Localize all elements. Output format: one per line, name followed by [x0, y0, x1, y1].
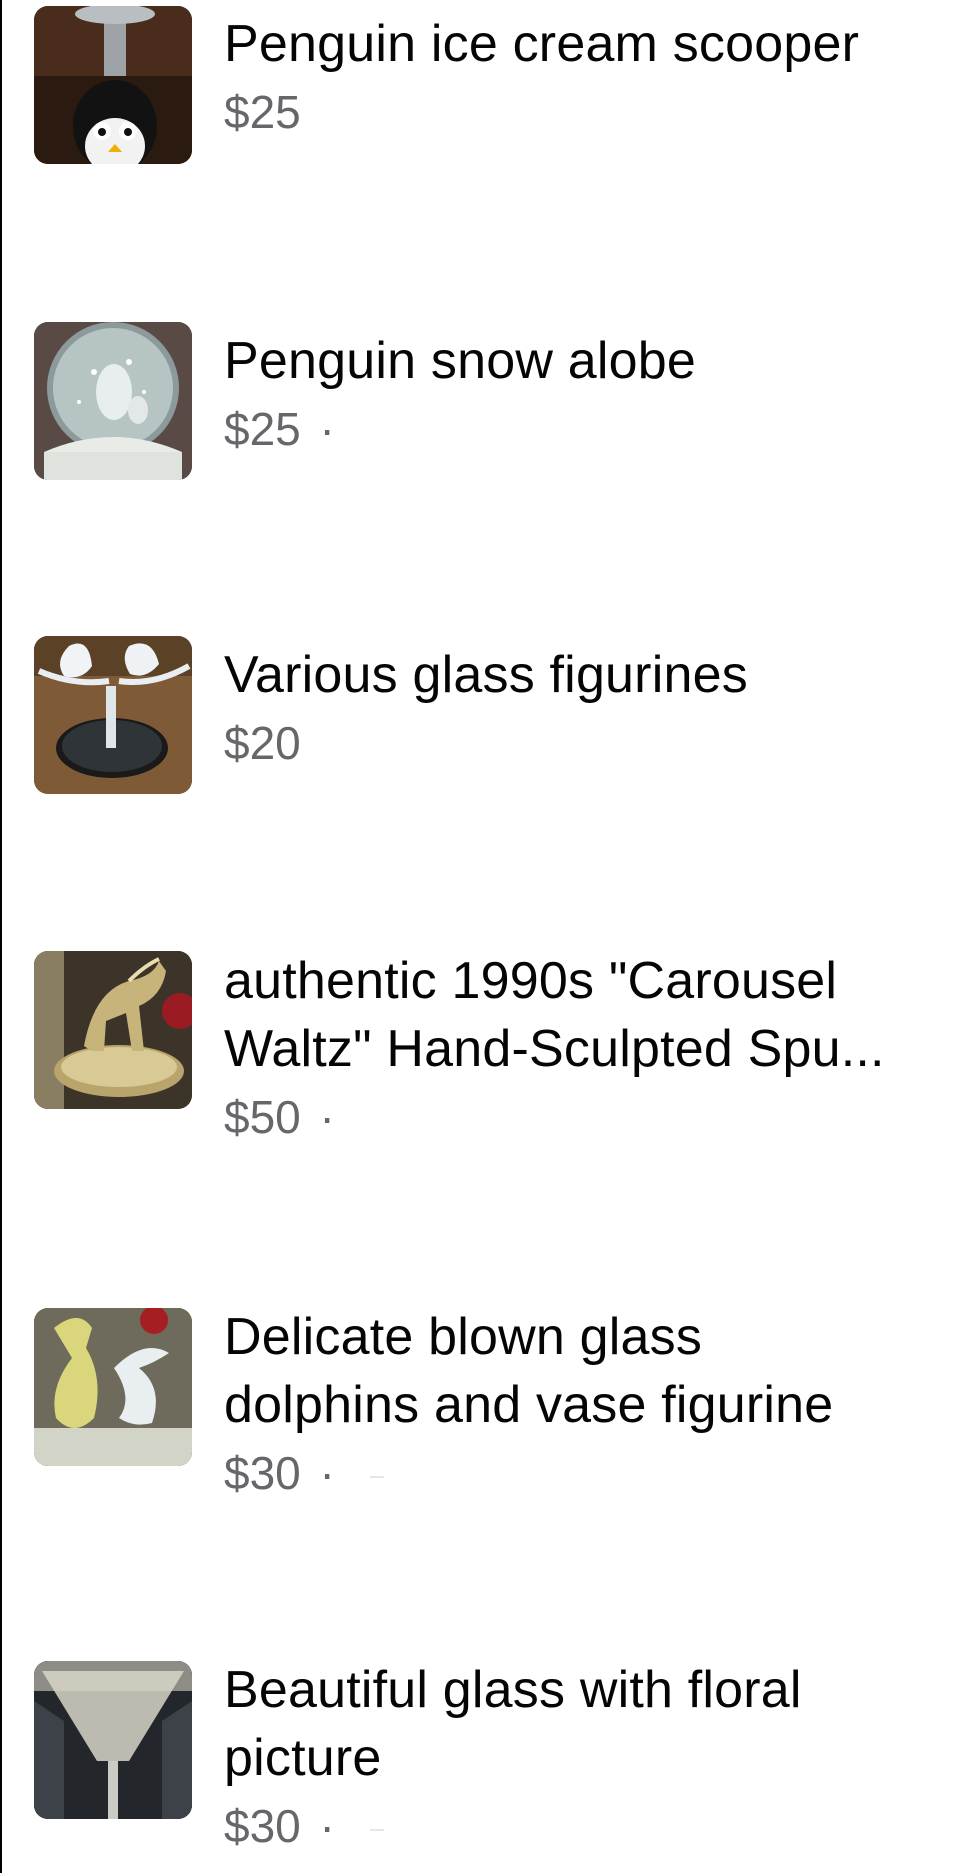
listing-price: $25: [224, 86, 301, 138]
listing-title-line: picture: [224, 1729, 382, 1787]
faint-mark: [369, 1828, 384, 1831]
snow-globe-photo[interactable]: [34, 322, 192, 480]
listing-title: Various glass figurines: [224, 646, 748, 704]
listing-price-row: $50 ·: [224, 1087, 957, 1147]
listing-text: Penguin ice cream scooper $25: [224, 10, 957, 142]
separator-dot: ·: [319, 1447, 335, 1499]
listing-title: Penguin ice cream scooper: [224, 15, 860, 73]
listing-item[interactable]: Beautiful glass with floral picture $30 …: [2, 1585, 969, 1873]
separator-dot: ·: [319, 1800, 335, 1852]
carousel-figurine-photo[interactable]: [34, 951, 192, 1109]
glass-figurines-photo[interactable]: [34, 636, 192, 794]
blown-glass-dolphins-photo[interactable]: [34, 1308, 192, 1466]
separator-dot: ·: [319, 403, 335, 455]
listing-price-row: $25 ·: [224, 399, 957, 459]
marketplace-listing-list: Penguin ice cream scooper $25 Penguin sn…: [2, 0, 969, 1873]
listing-item[interactable]: Delicate blown glass dolphins and vase f…: [2, 1230, 969, 1585]
floral-glass-photo[interactable]: [34, 1661, 192, 1819]
listing-text: Various glass figurines $20: [224, 641, 957, 773]
listing-item[interactable]: Various glass figurines $20: [2, 565, 969, 880]
faint-mark: [369, 1475, 384, 1478]
listing-text: Penguin snow alobe $25 ·: [224, 327, 957, 459]
listing-price: $50: [224, 1091, 301, 1143]
listing-title: authentic 1990s "Carousel Waltz" Hand-Sc…: [224, 947, 957, 1083]
listing-title-line: Waltz" Hand-Sculpted Spu...: [224, 1020, 885, 1078]
listing-price: $30: [224, 1800, 301, 1852]
listing-price-row: $20: [224, 713, 957, 773]
listing-title: Beautiful glass with floral picture: [224, 1656, 957, 1792]
listing-price-row: $30 ·: [224, 1443, 957, 1503]
listing-price-row: $25: [224, 82, 957, 142]
listing-title-line: dolphins and vase figurine: [224, 1376, 834, 1434]
listing-text: authentic 1990s "Carousel Waltz" Hand-Sc…: [224, 947, 957, 1147]
listing-title: Penguin snow alobe: [224, 332, 696, 390]
listing-price: $30: [224, 1447, 301, 1499]
listing-price: $20: [224, 717, 301, 769]
penguin-scooper-photo[interactable]: [34, 6, 192, 164]
separator-dot: ·: [319, 1091, 335, 1143]
listing-title: Delicate blown glass dolphins and vase f…: [224, 1303, 957, 1439]
listing-title-line: Beautiful glass with floral: [224, 1661, 802, 1719]
listing-item[interactable]: Penguin ice cream scooper $25: [2, 0, 969, 250]
listing-title-line: Delicate blown glass: [224, 1308, 703, 1366]
listing-price-row: $30 ·: [224, 1796, 957, 1856]
listing-text: Delicate blown glass dolphins and vase f…: [224, 1303, 957, 1503]
listing-item[interactable]: authentic 1990s "Carousel Waltz" Hand-Sc…: [2, 880, 969, 1230]
listing-text: Beautiful glass with floral picture $30 …: [224, 1656, 957, 1856]
listing-item[interactable]: Penguin snow alobe $25 ·: [2, 250, 969, 565]
listing-price: $25: [224, 403, 301, 455]
listing-title-line: authentic 1990s "Carousel: [224, 952, 838, 1010]
